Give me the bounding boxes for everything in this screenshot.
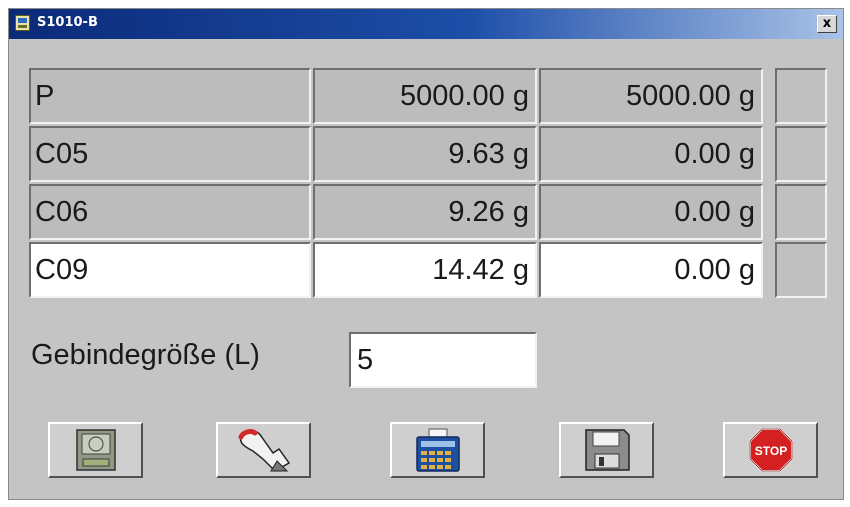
row-target-weight: 9.63 g <box>313 126 537 182</box>
row-name-cell-active: C09 <box>29 242 311 298</box>
title-bar[interactable]: S1010-B x <box>9 9 843 39</box>
scale-icon <box>75 429 116 471</box>
close-button[interactable]: x <box>817 15 837 33</box>
row-name-cell: C06 <box>29 184 311 240</box>
container-size-input[interactable] <box>349 332 537 388</box>
stop-sign-icon: STOP <box>748 428 793 472</box>
row-target-weight: 5000.00 g <box>313 68 537 124</box>
row-name-cell: P <box>29 68 311 124</box>
hand-pointer-icon <box>238 429 290 472</box>
floppy-disk-icon <box>584 429 630 471</box>
calculator-button[interactable] <box>390 422 485 478</box>
row-name-cell: C05 <box>29 126 311 182</box>
row-status-indicator <box>775 242 827 298</box>
row-actual-weight: 5000.00 g <box>539 68 763 124</box>
scale-button[interactable] <box>48 422 143 478</box>
row-target-weight: 9.26 g <box>313 184 537 240</box>
app-icon <box>15 15 30 31</box>
stop-button[interactable]: STOP <box>723 422 818 478</box>
row-actual-weight-active: 0.00 g <box>539 242 763 298</box>
row-status-indicator <box>775 184 827 240</box>
row-actual-weight: 0.00 g <box>539 184 763 240</box>
row-status-indicator <box>775 126 827 182</box>
row-actual-weight: 0.00 g <box>539 126 763 182</box>
row-target-weight-active: 14.42 g <box>313 242 537 298</box>
window-title: S1010-B <box>37 15 98 30</box>
app-window: S1010-B x P 5000.00 g 5000.00 g C05 9.63… <box>8 8 844 500</box>
manual-dose-button[interactable] <box>216 422 311 478</box>
calculator-icon <box>415 428 460 472</box>
stop-label: STOP <box>754 444 786 458</box>
save-button[interactable] <box>559 422 654 478</box>
row-status-indicator <box>775 68 827 124</box>
container-size-label: Gebindegröße (L) <box>31 339 260 371</box>
